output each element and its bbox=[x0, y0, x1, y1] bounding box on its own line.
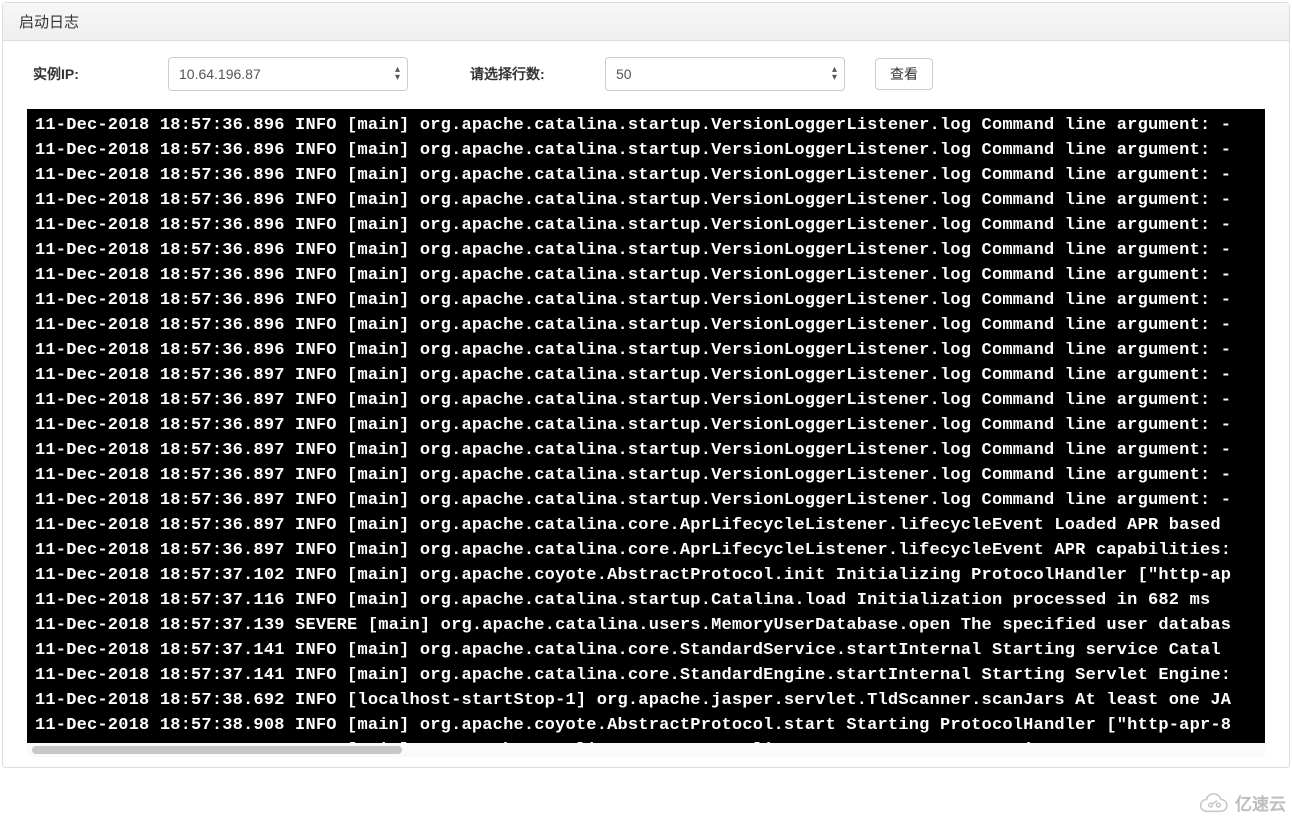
watermark: 亿速云 bbox=[1195, 790, 1286, 815]
panel-title: 启动日志 bbox=[19, 14, 79, 31]
ip-label: 实例IP: bbox=[33, 64, 168, 84]
view-button[interactable]: 查看 bbox=[875, 58, 933, 90]
rows-select[interactable]: 50 bbox=[605, 57, 845, 91]
filter-row: 实例IP: 10.64.196.87 ▴▾ 请选择行数: 50 ▴▾ 查看 bbox=[3, 41, 1289, 109]
log-container: 11-Dec-2018 18:57:36.896 INFO [main] org… bbox=[27, 109, 1265, 757]
scrollbar-thumb[interactable] bbox=[32, 746, 402, 754]
cloud-icon bbox=[1195, 792, 1229, 814]
ip-select[interactable]: 10.64.196.87 bbox=[168, 57, 408, 91]
rows-label: 请选择行数: bbox=[470, 64, 605, 84]
log-panel: 启动日志 实例IP: 10.64.196.87 ▴▾ 请选择行数: 50 ▴▾ … bbox=[2, 2, 1290, 768]
horizontal-scrollbar[interactable] bbox=[27, 743, 1265, 757]
watermark-text: 亿速云 bbox=[1235, 790, 1286, 815]
panel-header: 启动日志 bbox=[3, 3, 1289, 41]
rows-select-wrap: 50 ▴▾ bbox=[605, 57, 845, 91]
log-output[interactable]: 11-Dec-2018 18:57:36.896 INFO [main] org… bbox=[27, 109, 1265, 757]
ip-select-wrap: 10.64.196.87 ▴▾ bbox=[168, 57, 408, 91]
